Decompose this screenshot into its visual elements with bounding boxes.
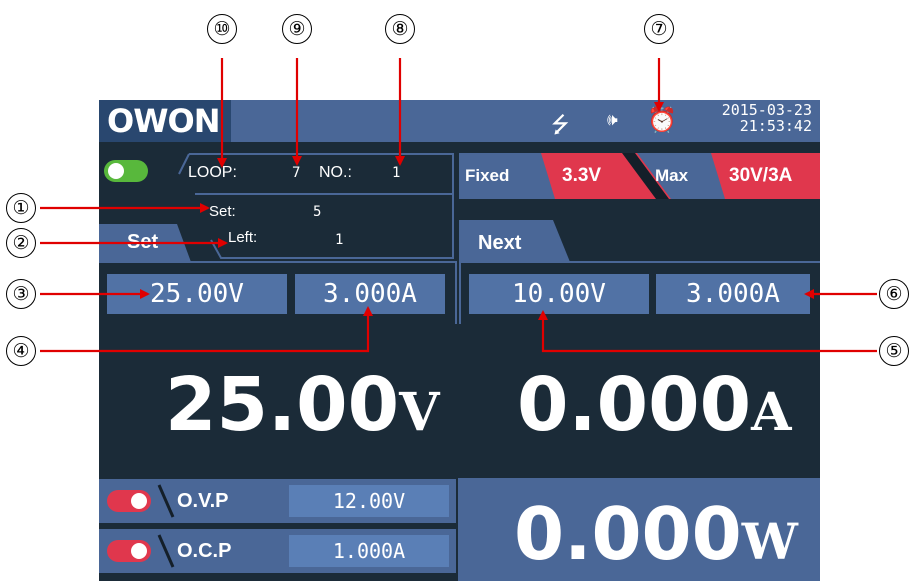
no-value: 1: [392, 165, 401, 181]
no-label: NO.:: [319, 164, 352, 181]
voltage-readout: 25.00V: [165, 362, 439, 448]
ovp-toggle[interactable]: [107, 490, 151, 512]
ovp-value[interactable]: 12.00V: [289, 485, 449, 517]
fixed-label: Fixed: [465, 166, 510, 185]
power-readout-value: 0.000: [514, 492, 742, 576]
range-banner: Fixed 3.3V Max 30V/3A: [459, 153, 820, 199]
callout-6: ⑥: [879, 279, 909, 309]
ocp-toggle[interactable]: [107, 540, 151, 562]
power-supply-screen: OWON ⭍ 🕪 ⏰ 2015-03-23 21:53:42 LOOP: 7 N…: [99, 100, 820, 581]
power-readout-box: 0.000W: [458, 478, 820, 581]
callout-1: ①: [6, 193, 36, 223]
ocp-row: O.C.P 1.000A: [99, 529, 456, 573]
alarm-clock-icon: ⏰: [647, 106, 677, 134]
fixed-value: 3.3V: [562, 165, 602, 186]
set-current-box[interactable]: 3.000A: [295, 274, 445, 314]
datetime: 2015-03-23 21:53:42: [687, 102, 812, 134]
ovp-row: O.V.P 12.00V: [99, 479, 456, 523]
callout-3: ③: [6, 279, 36, 309]
callout-8: ⑧: [385, 14, 415, 44]
speaker-icon: 🕪: [607, 110, 618, 130]
callout-5: ⑤: [879, 336, 909, 366]
usb-icon: ⭍: [551, 113, 570, 138]
next-tab-label: Next: [478, 232, 522, 254]
toggle-knob: [131, 493, 147, 509]
current-readout: 0.000A: [517, 362, 791, 448]
loop-label: LOOP:: [188, 164, 237, 181]
callout-9: ⑨: [282, 14, 312, 44]
set-count-value: 5: [313, 204, 322, 220]
voltage-readout-unit: V: [399, 382, 440, 443]
set-voltage-box[interactable]: 25.00V: [107, 274, 287, 314]
date-text: 2015-03-23: [721, 101, 812, 119]
toggle-knob: [108, 163, 124, 179]
callout-7: ⑦: [644, 14, 674, 44]
current-readout-value: 0.000: [517, 362, 752, 448]
power-readout: 0.000W: [514, 492, 798, 576]
ocp-label: O.C.P: [177, 540, 232, 562]
max-label: Max: [655, 166, 689, 185]
callout-10: ⑩: [207, 14, 237, 44]
set-tab-label: Set: [127, 231, 159, 253]
owon-logo: OWON: [99, 100, 231, 142]
time-text: 21:53:42: [739, 117, 812, 135]
next-current-box[interactable]: 3.000A: [656, 274, 810, 314]
ocp-value[interactable]: 1.000A: [289, 535, 449, 567]
callout-4: ④: [6, 336, 36, 366]
next-voltage-box[interactable]: 10.00V: [469, 274, 649, 314]
power-readout-unit: W: [741, 512, 798, 571]
loop-toggle[interactable]: [104, 160, 148, 182]
top-bar: OWON ⭍ 🕪 ⏰ 2015-03-23 21:53:42: [99, 100, 820, 142]
loop-value: 7: [292, 165, 301, 181]
voltage-readout-value: 25.00: [165, 362, 400, 448]
toggle-knob: [131, 543, 147, 559]
ovp-label: O.V.P: [177, 490, 229, 512]
max-value: 30V/3A: [729, 165, 793, 186]
set-count-label: Set:: [209, 203, 236, 220]
current-readout-unit: A: [751, 382, 792, 443]
callout-2: ②: [6, 228, 36, 258]
